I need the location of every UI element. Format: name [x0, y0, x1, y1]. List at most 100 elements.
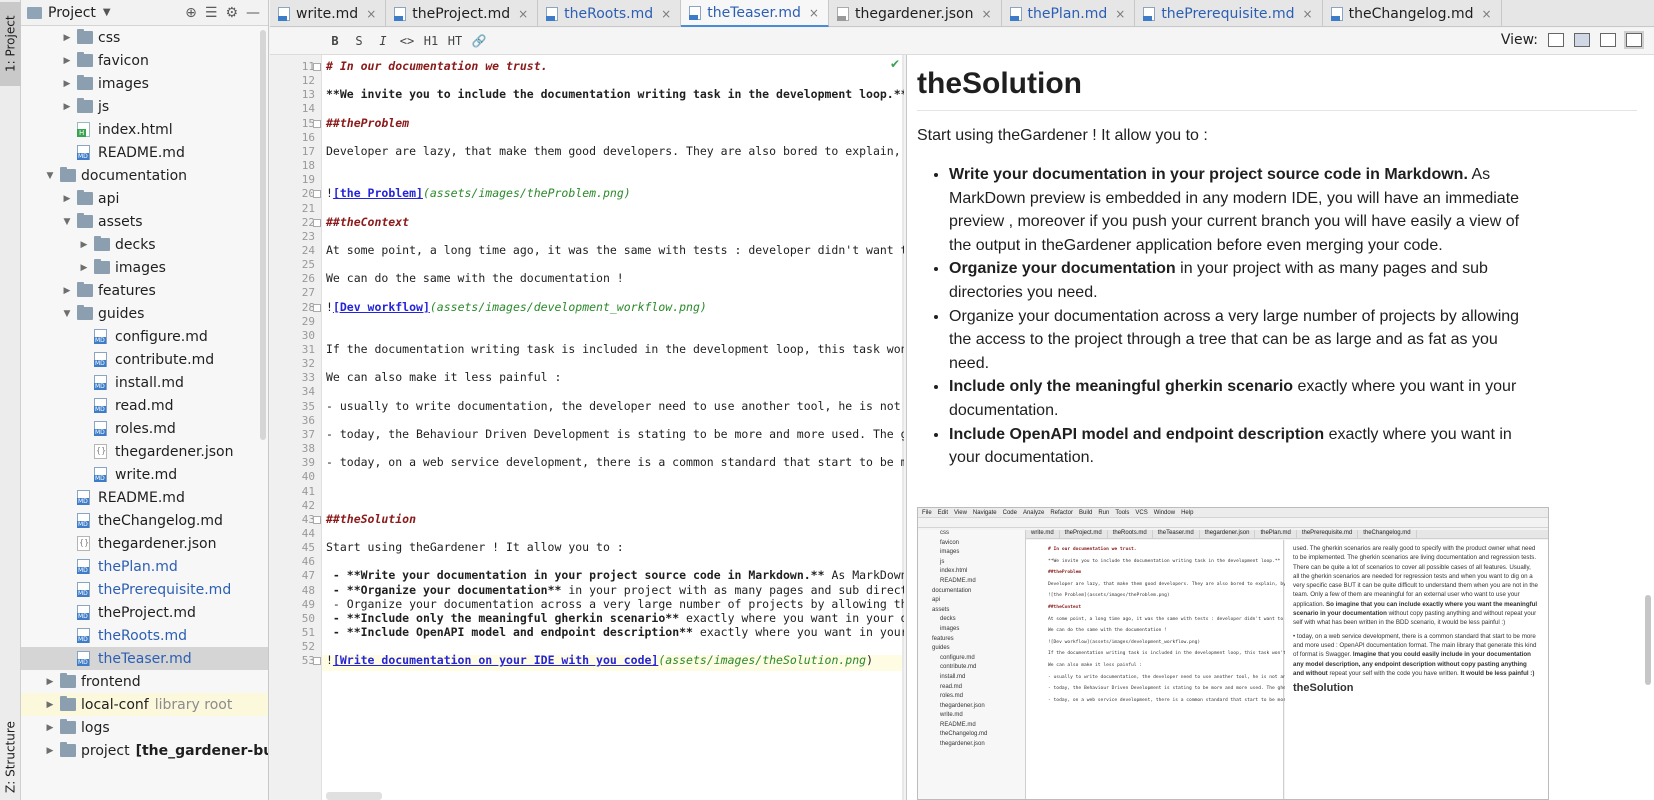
tree-item[interactable]: thegardener.json: [21, 532, 268, 555]
link-icon[interactable]: 🔗: [467, 34, 491, 48]
tree-item[interactable]: ▼ documentation: [21, 164, 268, 187]
strikethrough-button[interactable]: S: [347, 34, 371, 48]
json-file-icon: [836, 6, 849, 21]
close-icon[interactable]: ×: [1482, 7, 1492, 21]
tree-item[interactable]: theChangelog.md: [21, 509, 268, 532]
chevron-right-icon[interactable]: ▶: [61, 33, 73, 43]
tree-item[interactable]: ▶ local-conf library root: [21, 693, 268, 716]
tree-item[interactable]: README.md: [21, 141, 268, 164]
line-number: 17: [301, 144, 315, 158]
tree-item[interactable]: ▶ images: [21, 72, 268, 95]
project-scrollbar[interactable]: [260, 30, 266, 440]
editor-tab[interactable]: write.md ×: [270, 0, 387, 27]
tree-item[interactable]: theTeaser.md: [21, 647, 268, 670]
tree-item-label: thegardener.json: [98, 536, 216, 552]
editor-tab[interactable]: thePrerequisite.md ×: [1135, 0, 1323, 27]
close-icon[interactable]: ×: [1115, 7, 1125, 21]
folder-icon: [77, 213, 93, 228]
tree-item[interactable]: ▶ js: [21, 95, 268, 118]
close-icon[interactable]: ×: [518, 7, 528, 21]
chevron-right-icon[interactable]: ▶: [44, 746, 56, 756]
locate-file-icon[interactable]: ⊕: [185, 5, 197, 21]
chevron-down-icon[interactable]: ▼: [61, 309, 73, 319]
project-tool-tab[interactable]: 1: Project: [0, 2, 21, 86]
chevron-down-icon[interactable]: ▼: [44, 171, 56, 181]
fold-marker-icon[interactable]: [313, 515, 321, 524]
editor-horizontal-scrollbar[interactable]: [326, 792, 382, 800]
line-number: 30: [301, 328, 315, 342]
chevron-right-icon[interactable]: ▶: [78, 240, 90, 250]
tree-item[interactable]: ▶ project [the_gardener-build]: [21, 739, 268, 762]
tree-item[interactable]: contribute.md: [21, 348, 268, 371]
fold-marker-icon[interactable]: [313, 119, 321, 128]
tree-item-label: theTeaser.md: [98, 651, 192, 667]
tree-item[interactable]: install.md: [21, 371, 268, 394]
split-view-icon[interactable]: [1574, 33, 1590, 47]
tree-item[interactable]: ▶ favicon: [21, 49, 268, 72]
header-button[interactable]: H1: [419, 34, 443, 48]
tree-item[interactable]: ▼ guides: [21, 302, 268, 325]
chevron-right-icon[interactable]: ▶: [61, 79, 73, 89]
fold-marker-icon[interactable]: [313, 190, 321, 199]
tree-item[interactable]: ▶ logs: [21, 716, 268, 739]
tree-item[interactable]: ▼ assets: [21, 210, 268, 233]
table-button[interactable]: HT: [443, 34, 467, 48]
preview-only-view-icon[interactable]: [1600, 33, 1616, 47]
tree-item[interactable]: thePrerequisite.md: [21, 578, 268, 601]
hide-panel-icon[interactable]: —: [246, 5, 260, 21]
editor-tab[interactable]: theRoots.md ×: [538, 0, 682, 27]
collapse-all-icon[interactable]: ☰: [205, 5, 218, 21]
tree-item[interactable]: configure.md: [21, 325, 268, 348]
chevron-right-icon[interactable]: ▶: [78, 263, 90, 273]
tree-item[interactable]: README.md: [21, 486, 268, 509]
bold-button[interactable]: B: [323, 34, 347, 48]
code-button[interactable]: <>: [395, 34, 419, 48]
editor-tab[interactable]: theChangelog.md ×: [1323, 0, 1502, 27]
editor-tab[interactable]: theTeaser.md ×: [681, 0, 829, 27]
line-number: 19: [301, 173, 315, 187]
markdown-editor[interactable]: 11 12 13 14 15 16 17 18 19 20 21 22 23 24 25 26 27 28 29 30…: [270, 55, 904, 800]
tree-item[interactable]: thegardener.json: [21, 440, 268, 463]
close-icon[interactable]: ×: [809, 6, 819, 20]
close-icon[interactable]: ×: [661, 7, 671, 21]
fold-marker-icon[interactable]: [313, 657, 321, 666]
tree-item[interactable]: thePlan.md: [21, 555, 268, 578]
tree-item[interactable]: ▶ api: [21, 187, 268, 210]
editor-only-view-icon[interactable]: [1548, 33, 1564, 47]
chevron-down-icon[interactable]: ▼: [61, 217, 73, 227]
editor-tab[interactable]: thegardener.json ×: [829, 0, 1002, 27]
tree-item[interactable]: theProject.md: [21, 601, 268, 624]
fold-marker-icon[interactable]: [313, 218, 321, 227]
fold-marker-icon[interactable]: [313, 63, 321, 71]
fold-marker-icon[interactable]: [313, 303, 321, 312]
chevron-right-icon[interactable]: ▶: [61, 286, 73, 296]
chevron-right-icon[interactable]: ▶: [44, 700, 56, 710]
chevron-right-icon[interactable]: ▶: [61, 194, 73, 204]
preview-scrollbar[interactable]: [1645, 595, 1651, 685]
project-view-selector[interactable]: Project: [48, 5, 96, 21]
editor-tab[interactable]: theProject.md ×: [386, 0, 539, 27]
chevron-down-icon[interactable]: ▼: [103, 7, 111, 18]
tree-item[interactable]: index.html: [21, 118, 268, 141]
editor-tab[interactable]: thePlan.md ×: [1002, 0, 1136, 27]
tree-item[interactable]: ▶ decks: [21, 233, 268, 256]
tree-item[interactable]: ▶ frontend: [21, 670, 268, 693]
tree-item[interactable]: ▶ css: [21, 26, 268, 49]
tree-item[interactable]: read.md: [21, 394, 268, 417]
chevron-right-icon[interactable]: ▶: [61, 102, 73, 112]
chevron-right-icon[interactable]: ▶: [61, 56, 73, 66]
tree-item[interactable]: write.md: [21, 463, 268, 486]
close-icon[interactable]: ×: [1303, 7, 1313, 21]
close-icon[interactable]: ×: [366, 7, 376, 21]
tree-item[interactable]: ▶ features: [21, 279, 268, 302]
tree-item[interactable]: ▶ images: [21, 256, 268, 279]
layout-toggle-icon[interactable]: [1624, 31, 1644, 49]
gear-icon[interactable]: ⚙: [225, 5, 238, 21]
close-icon[interactable]: ×: [981, 7, 991, 21]
tree-item[interactable]: theRoots.md: [21, 624, 268, 647]
tree-item[interactable]: roles.md: [21, 417, 268, 440]
italic-button[interactable]: I: [371, 34, 395, 48]
chevron-right-icon[interactable]: ▶: [44, 723, 56, 733]
chevron-right-icon[interactable]: ▶: [44, 677, 56, 687]
structure-tool-tab[interactable]: Z: Structure: [0, 716, 21, 798]
